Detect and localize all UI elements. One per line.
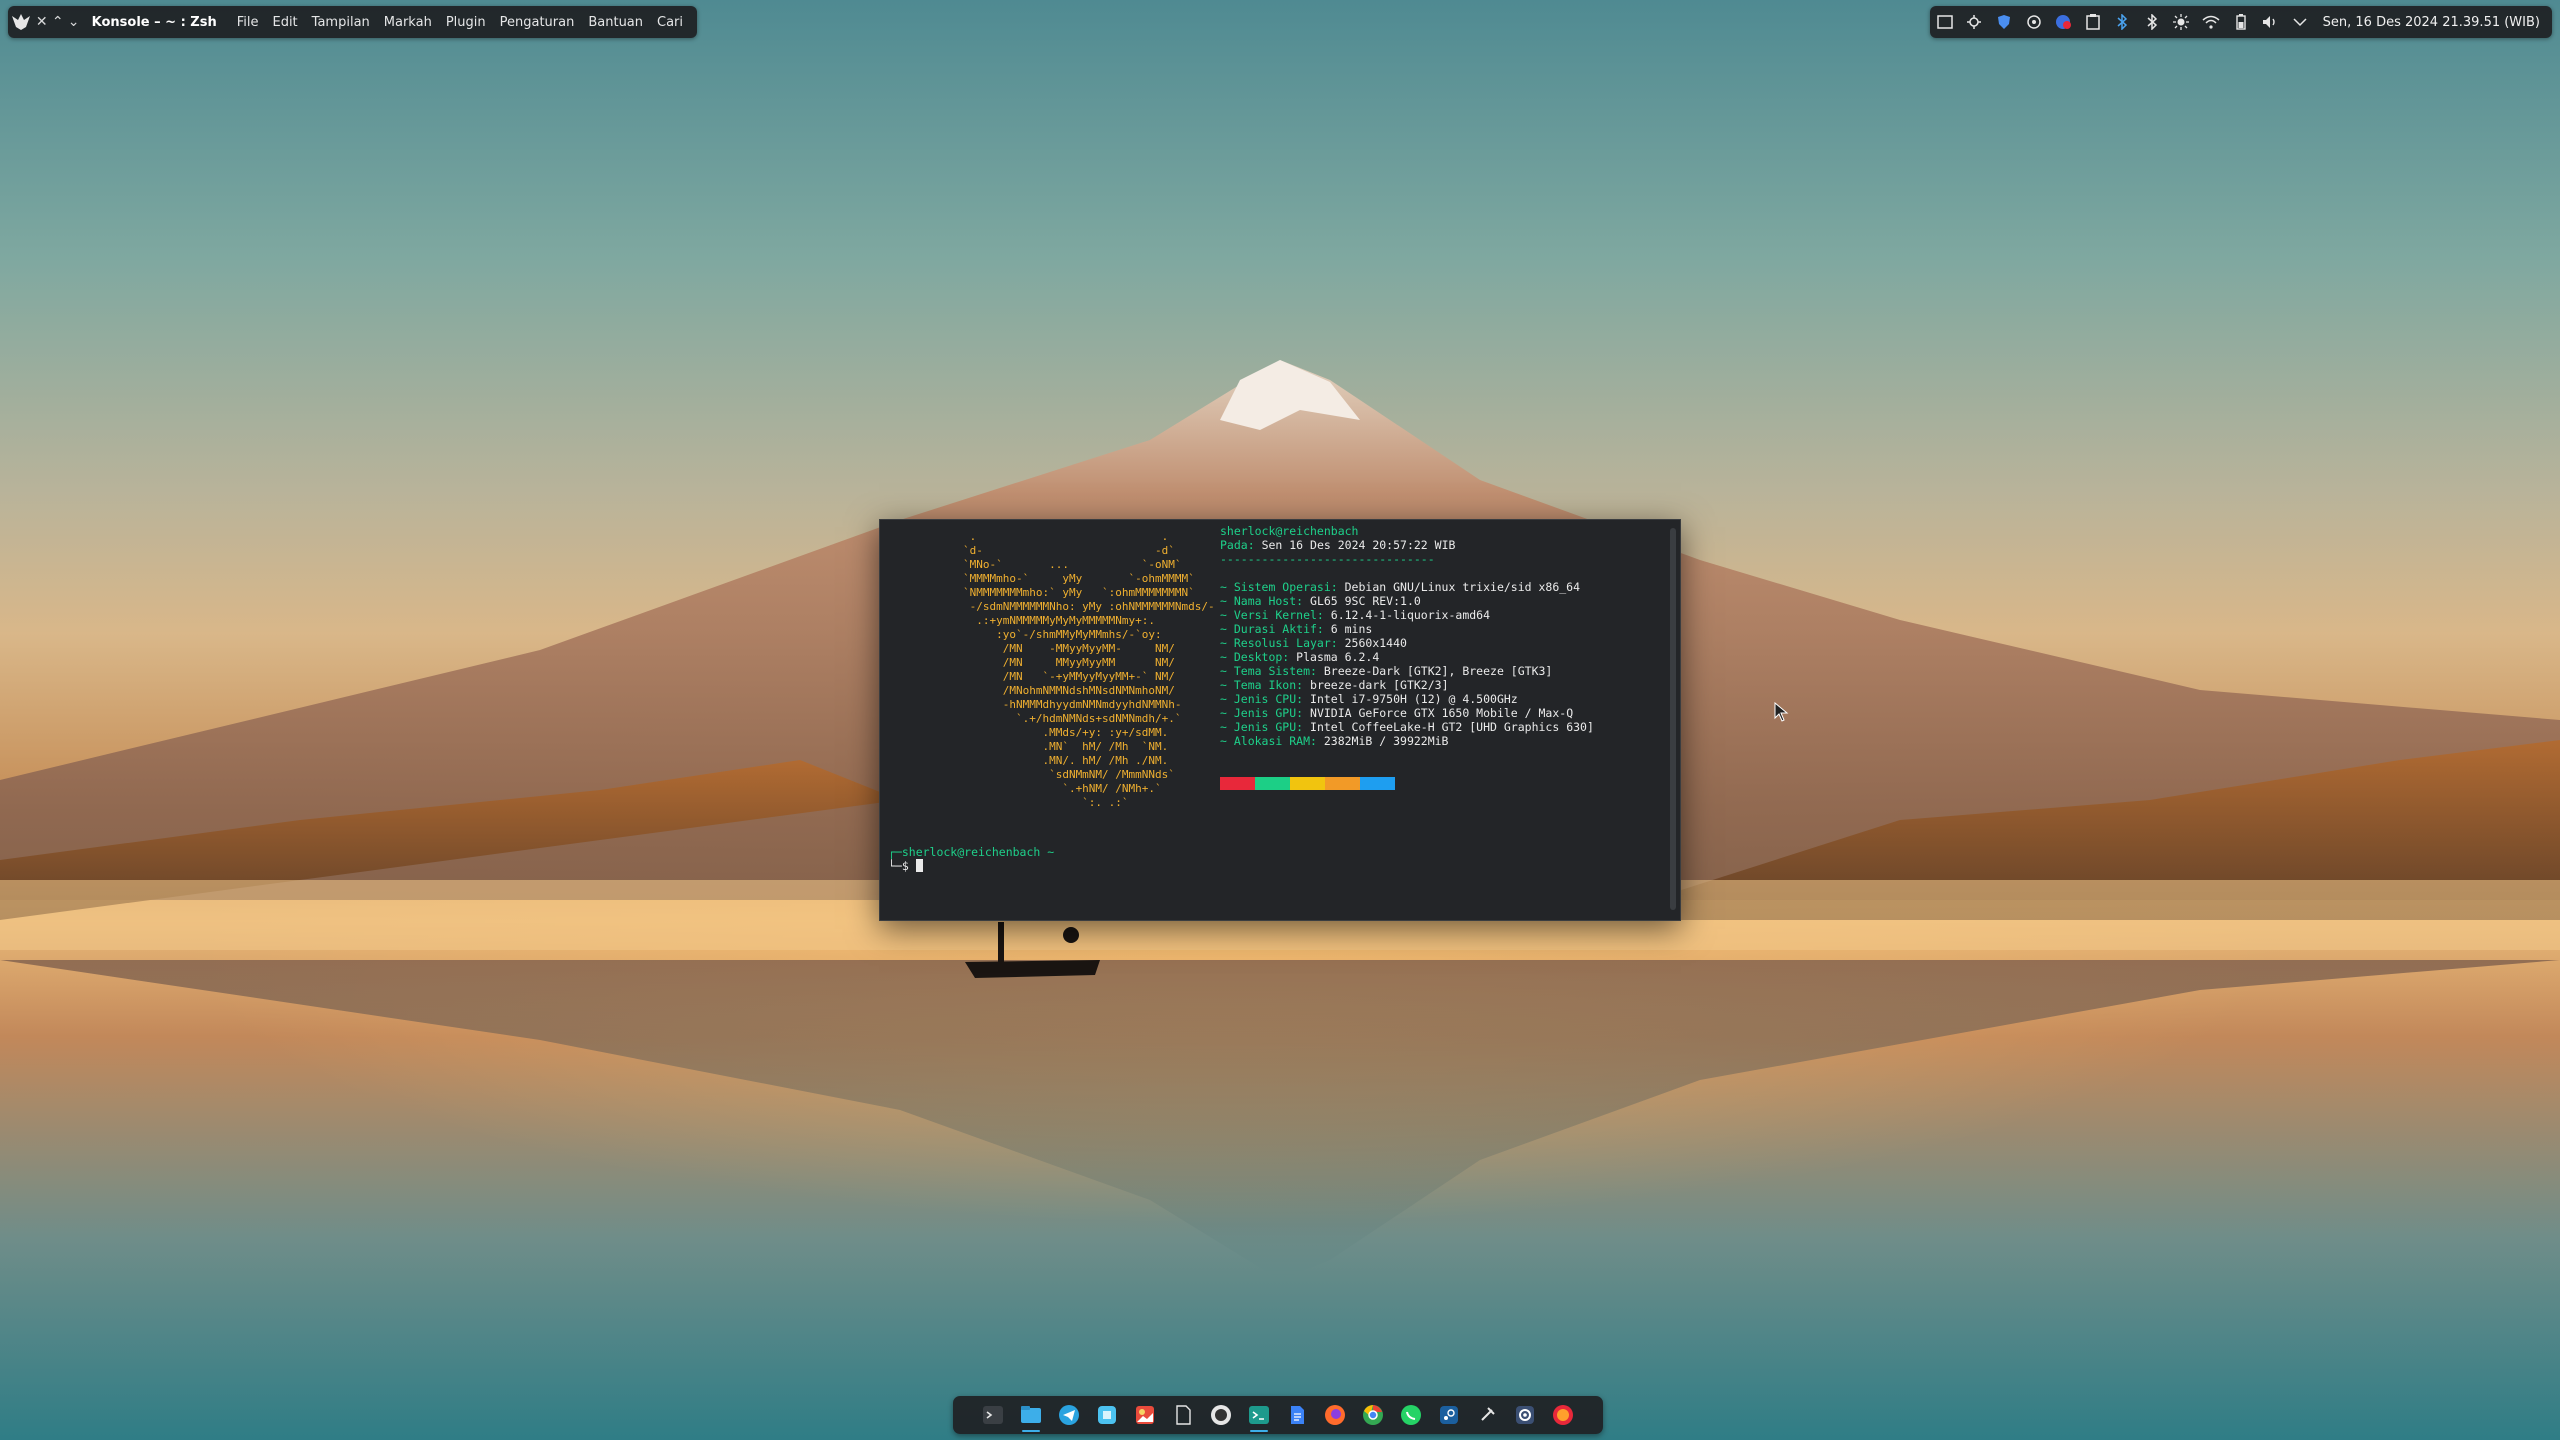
info-key: ~ Desktop: bbox=[1220, 650, 1290, 664]
document-icon[interactable] bbox=[1164, 1396, 1202, 1434]
settings-icon[interactable] bbox=[1506, 1396, 1544, 1434]
info-value: 6 mins bbox=[1323, 622, 1373, 636]
shield-icon[interactable] bbox=[1989, 6, 2019, 38]
window-title: Konsole – ~ : Zsh bbox=[91, 14, 217, 30]
menu-pengaturan[interactable]: Pengaturan bbox=[500, 15, 575, 30]
wifi-icon[interactable] bbox=[2196, 6, 2226, 38]
dock bbox=[953, 1396, 1603, 1434]
clock[interactable]: Sen, 16 Des 2024 21.39.51 (WIB) bbox=[2323, 15, 2540, 30]
date-value: Sen 16 Des 2024 20:57:22 WIB bbox=[1261, 538, 1456, 552]
mouse-pointer-icon bbox=[1774, 702, 1789, 722]
info-key: ~ Versi Kernel: bbox=[1220, 608, 1324, 622]
battery-icon[interactable] bbox=[2226, 6, 2256, 38]
top-panel-right: Sen, 16 Des 2024 21.39.51 (WIB) bbox=[1930, 6, 2552, 38]
whatsapp-icon[interactable] bbox=[1392, 1396, 1430, 1434]
info-value: 2382MiB / 39922MiB bbox=[1316, 734, 1449, 748]
user-host: sherlock@reichenbach bbox=[1220, 524, 1359, 538]
bluetooth-icon[interactable] bbox=[2108, 6, 2138, 38]
prompt-symbol: └─$ bbox=[888, 859, 916, 873]
info-value: Intel i7-9750H (12) @ 4.500GHz bbox=[1303, 692, 1518, 706]
info-key: ~ Tema Sistem: bbox=[1220, 664, 1317, 678]
date-label: Pada bbox=[1220, 538, 1248, 552]
system-info: sherlock@reichenbach Pada: Sen 16 Des 20… bbox=[1220, 524, 1594, 748]
info-value: Breeze-Dark [GTK2], Breeze [GTK3] bbox=[1316, 664, 1553, 678]
text-cursor bbox=[915, 859, 923, 872]
vpn-icon[interactable] bbox=[2019, 6, 2049, 38]
color-palette bbox=[1220, 777, 1395, 790]
palette-swatch bbox=[1325, 777, 1360, 790]
info-key: ~ Jenis CPU: bbox=[1220, 692, 1304, 706]
terminal-scrollbar[interactable] bbox=[1670, 528, 1676, 910]
terminal-icon[interactable] bbox=[974, 1396, 1012, 1434]
maximize-window-icon[interactable]: ⌃ bbox=[50, 6, 66, 38]
info-value: NVIDIA GeForce GTX 1650 Mobile / Max-Q bbox=[1303, 706, 1574, 720]
chevron-down-icon[interactable] bbox=[2285, 6, 2315, 38]
info-value: breeze-dark [GTK2/3] bbox=[1303, 678, 1449, 692]
konsole-icon[interactable] bbox=[1240, 1396, 1278, 1434]
menu-cari[interactable]: Cari bbox=[657, 15, 683, 30]
telegram-icon[interactable] bbox=[1050, 1396, 1088, 1434]
menu-bantuan[interactable]: Bantuan bbox=[588, 15, 643, 30]
brightness-icon[interactable] bbox=[2167, 6, 2197, 38]
info-key: ~ Sistem Operasi: bbox=[1220, 580, 1338, 594]
info-value: Plasma 6.2.4 bbox=[1289, 650, 1380, 664]
menu-plugin[interactable]: Plugin bbox=[446, 15, 486, 30]
gallery-icon[interactable] bbox=[1126, 1396, 1164, 1434]
obs-icon[interactable] bbox=[1202, 1396, 1240, 1434]
files-icon[interactable] bbox=[1012, 1396, 1050, 1434]
menu-file[interactable]: File bbox=[237, 15, 259, 30]
info-value: 2560x1440 bbox=[1337, 636, 1407, 650]
info-key: ~ Jenis GPU: bbox=[1220, 720, 1304, 734]
bluetooth-alt-icon[interactable] bbox=[2137, 6, 2167, 38]
palette-swatch bbox=[1220, 777, 1255, 790]
menu-edit[interactable]: Edit bbox=[272, 15, 297, 30]
network-settings-icon[interactable] bbox=[1960, 6, 1990, 38]
ascii-art-logo: . . `d- -d` `MNo-` ... `-oNM` `MMMMmho-`… bbox=[962, 530, 1215, 809]
separator: ------------------------------- bbox=[1220, 552, 1435, 566]
steam-icon[interactable] bbox=[1430, 1396, 1468, 1434]
info-key: ~ Durasi Aktif: bbox=[1220, 622, 1324, 636]
palette-swatch bbox=[1290, 777, 1325, 790]
close-window-icon[interactable]: ✕ bbox=[34, 6, 50, 38]
menu-markah[interactable]: Markah bbox=[384, 15, 432, 30]
top-panel-left: ✕ ⌃ ⌄ Konsole – ~ : Zsh File Edit Tampil… bbox=[8, 6, 697, 38]
clipboard-icon[interactable] bbox=[2078, 6, 2108, 38]
firefox-icon[interactable] bbox=[1316, 1396, 1354, 1434]
info-value: Intel CoffeeLake-H GT2 [UHD Graphics 630… bbox=[1303, 720, 1594, 734]
info-value: 6.12.4-1-liquorix-amd64 bbox=[1323, 608, 1491, 622]
konsole-terminal[interactable]: . . `d- -d` `MNo-` ... `-oNM` `MMMMmho-`… bbox=[879, 519, 1681, 921]
info-key: ~ Alokasi RAM: bbox=[1220, 734, 1317, 748]
store-icon[interactable] bbox=[1088, 1396, 1126, 1434]
notes-icon[interactable] bbox=[1278, 1396, 1316, 1434]
info-key: ~ Resolusi Layar: bbox=[1220, 636, 1338, 650]
info-key: ~ Jenis GPU: bbox=[1220, 706, 1304, 720]
info-key: ~ Nama Host: bbox=[1220, 594, 1304, 608]
chrome-icon[interactable] bbox=[1354, 1396, 1392, 1434]
palette-swatch bbox=[1255, 777, 1290, 790]
firefox-dev-icon[interactable] bbox=[1544, 1396, 1582, 1434]
notification-badge-icon[interactable] bbox=[2048, 6, 2078, 38]
volume-icon[interactable] bbox=[2255, 6, 2285, 38]
screen-icon[interactable] bbox=[1930, 6, 1960, 38]
minimize-window-icon[interactable]: ⌄ bbox=[66, 6, 82, 38]
app-launcher-icon[interactable] bbox=[8, 6, 34, 38]
menu-tampilan[interactable]: Tampilan bbox=[312, 15, 370, 30]
pin-icon[interactable] bbox=[1468, 1396, 1506, 1434]
prompt-input[interactable]: └─$ bbox=[888, 859, 923, 873]
info-key: ~ Tema Ikon: bbox=[1220, 678, 1304, 692]
palette-swatch bbox=[1360, 777, 1395, 790]
info-value: GL65 9SC REV:1.0 bbox=[1303, 594, 1421, 608]
prompt-line: ┌─sherlock@reichenbach ~ bbox=[888, 845, 1055, 859]
info-value: Debian GNU/Linux trixie/sid x86_64 bbox=[1337, 580, 1581, 594]
